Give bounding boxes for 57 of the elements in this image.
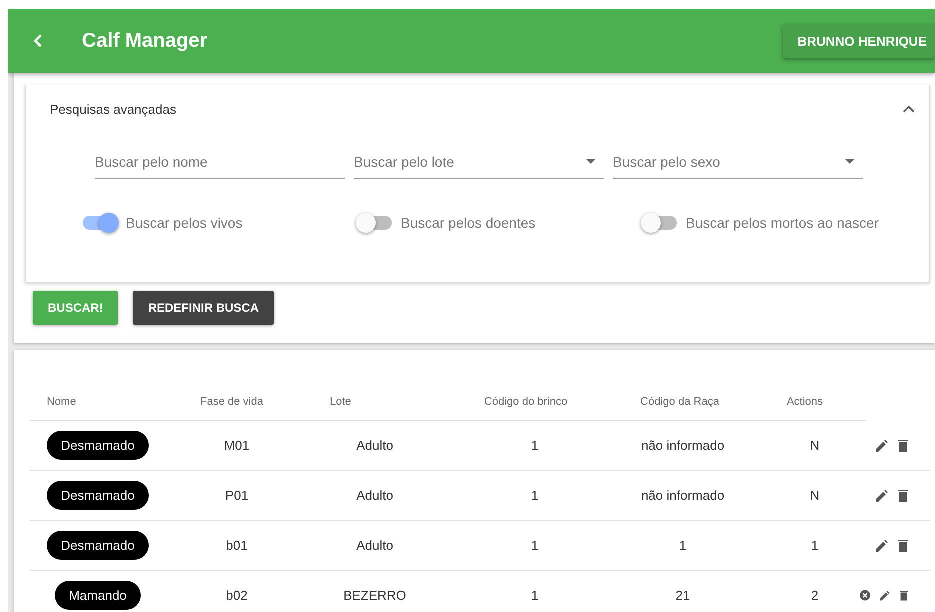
reset-button[interactable]: REDEFINIR BUSCA <box>133 291 274 325</box>
table-cell-text: 1 <box>810 538 820 553</box>
toggle-label: Buscar pelos vivos <box>126 215 243 231</box>
chevron-up-icon[interactable] <box>903 105 915 113</box>
table-cell-text: Adulto <box>356 538 394 553</box>
status-chip: Desmamado <box>47 531 149 560</box>
table-cell-text: N <box>809 438 821 453</box>
cancel-icon[interactable] <box>860 589 870 602</box>
table-cell-text: 21 <box>674 588 692 603</box>
status-chip: Desmamado <box>47 431 149 460</box>
panel-title: Pesquisas avançadas <box>50 102 176 116</box>
table-cell-text: não informado <box>640 488 726 503</box>
table-cell-text: Adulto <box>356 488 394 503</box>
edit-icon[interactable] <box>876 440 888 452</box>
table-cell-text: 2 <box>810 588 820 603</box>
search-button[interactable]: BUSCAR! <box>33 291 118 325</box>
dropdown-caret-icon <box>845 159 855 164</box>
toggle-switch[interactable] <box>83 216 117 230</box>
select-field[interactable]: Buscar pelo sexo <box>613 154 845 170</box>
column-header: Nome <box>46 396 78 408</box>
table-cell-text: 1 <box>678 538 688 553</box>
delete-icon[interactable] <box>898 539 908 552</box>
table-cell-text: 1 <box>530 438 540 453</box>
table-cell-text: 1 <box>530 488 540 503</box>
table-cell-text: Adulto <box>356 438 394 453</box>
delete-icon[interactable] <box>900 589 908 602</box>
table-cell-text: N <box>809 488 821 503</box>
table-cell-text: M01 <box>223 438 251 453</box>
select-field[interactable]: Buscar pelo lote <box>354 154 586 170</box>
table-cell-text: não informado <box>640 438 726 453</box>
table-cell-text: P01 <box>224 488 250 503</box>
column-header: Código do brinco <box>483 396 569 408</box>
table-cell-text: b01 <box>225 538 249 553</box>
column-header: Código da Raça <box>640 396 720 408</box>
toggle-switch[interactable] <box>358 216 392 230</box>
table-cell-text: b02 <box>225 588 249 603</box>
edit-icon[interactable] <box>876 540 888 552</box>
toggle-switch[interactable] <box>643 216 677 230</box>
edit-icon[interactable] <box>876 490 888 502</box>
input-field[interactable]: Buscar pelo nome <box>95 154 345 170</box>
column-header: Fase de vida <box>200 396 264 408</box>
table-cell-text: BEZERRO <box>342 588 408 603</box>
app-title: Calf Manager <box>82 30 209 52</box>
delete-icon[interactable] <box>898 489 908 502</box>
table-cell-text: 1 <box>530 588 540 603</box>
column-header: Lote <box>329 396 352 408</box>
back-icon[interactable] <box>33 34 43 48</box>
delete-icon[interactable] <box>898 439 908 452</box>
status-chip: Mamando <box>55 581 141 610</box>
table-cell-text: 1 <box>530 538 540 553</box>
user-button[interactable]: BRUNNO HENRIQUE <box>782 24 935 58</box>
dropdown-caret-icon <box>586 159 596 164</box>
edit-icon[interactable] <box>880 590 890 602</box>
status-chip: Desmamado <box>47 481 149 510</box>
toggle-label: Buscar pelos mortos ao nascer <box>686 215 879 231</box>
column-header: Actions <box>786 396 824 408</box>
toggle-label: Buscar pelos doentes <box>401 215 536 231</box>
